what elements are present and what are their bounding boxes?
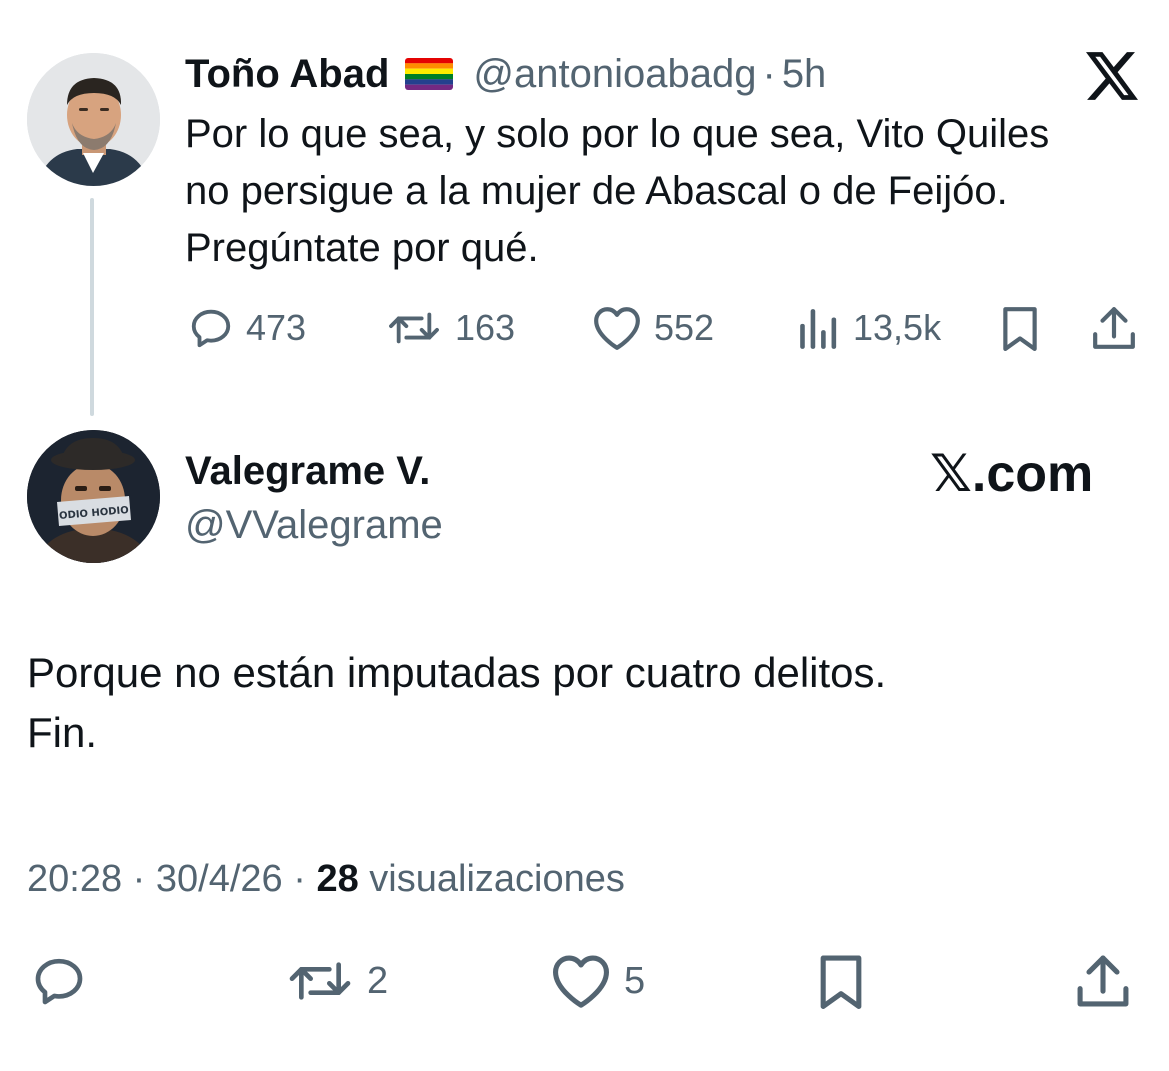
reply-icon xyxy=(188,305,234,351)
repost-icon xyxy=(385,305,443,351)
tweet-body: Por lo que sea, y solo por lo que sea, V… xyxy=(185,106,1155,277)
reply-author-handle[interactable]: @VValegrame xyxy=(185,502,443,548)
views-count: 13,5k xyxy=(853,307,942,348)
reply-text-line: Porque no están imputadas por cuatro del… xyxy=(27,649,887,696)
tweet-text-line: Pregúntate por qué. xyxy=(185,226,539,270)
reply-meta: 20:28 · 30/4/26 · 28 visualizaciones xyxy=(27,856,625,902)
reply-time[interactable]: 20:28 xyxy=(27,858,122,900)
author-avatar-tono[interactable] xyxy=(27,53,160,186)
author-handle[interactable]: @antonioabadg xyxy=(473,51,756,97)
reply-repost-count: 2 xyxy=(367,959,389,1002)
reply-icon[interactable] xyxy=(30,953,88,1009)
share-icon[interactable] xyxy=(1090,305,1138,351)
reply-body: Porque no están imputadas por cuatro del… xyxy=(27,643,1127,763)
reply-date[interactable]: 30/4/26 xyxy=(156,858,283,900)
avatar-photo xyxy=(27,53,160,186)
author-avatar-valegrame[interactable]: ODIO HODIO xyxy=(27,430,160,563)
like-count: 552 xyxy=(654,307,715,348)
separator-dot: · xyxy=(132,858,146,900)
reply-text-line: Fin. xyxy=(27,709,98,756)
reply-like-action[interactable]: 5 xyxy=(550,953,645,1009)
bookmark-icon[interactable] xyxy=(814,953,868,1009)
reply-repost-action[interactable]: 2 xyxy=(285,953,388,1009)
heart-icon xyxy=(550,953,612,1009)
repost-action[interactable]: 163 xyxy=(385,305,515,351)
x-logo-icon[interactable] xyxy=(1086,52,1138,100)
timestamp[interactable]: 5h xyxy=(782,51,827,97)
repost-icon xyxy=(285,953,355,1009)
tweet-header: Toño Abad @antonioabadg · 5h xyxy=(185,50,1085,98)
bookmark-icon[interactable] xyxy=(998,305,1042,351)
reply-views-count: 28 xyxy=(316,858,359,900)
tweet-text-line: Por lo que sea, y solo por lo que sea, V… xyxy=(185,112,1050,156)
reply-count: 473 xyxy=(246,307,307,348)
repost-count: 163 xyxy=(455,307,516,348)
like-action[interactable]: 552 xyxy=(592,305,714,351)
tweet-text-line: no persigue a la mujer de Abascal o de F… xyxy=(185,169,1008,213)
separator-dot: · xyxy=(293,858,306,900)
share-icon[interactable] xyxy=(1074,953,1132,1009)
reply-action[interactable]: 473 xyxy=(188,305,306,351)
avatar-illustration: ODIO HODIO xyxy=(27,430,160,563)
reply-author-name[interactable]: Valegrame V. xyxy=(185,448,430,494)
heart-icon xyxy=(592,305,642,351)
views-action[interactable]: 13,5k xyxy=(797,305,941,351)
x-com-brand[interactable]: 𝕏.com xyxy=(930,446,1093,502)
thread-connector-line xyxy=(90,198,94,416)
separator-dot: · xyxy=(762,52,776,96)
reply-views-label: visualizaciones xyxy=(369,858,625,900)
analytics-icon xyxy=(797,305,841,351)
author-name[interactable]: Toño Abad xyxy=(185,51,389,97)
reply-like-count: 5 xyxy=(624,959,646,1002)
rainbow-flag-icon xyxy=(405,58,454,90)
